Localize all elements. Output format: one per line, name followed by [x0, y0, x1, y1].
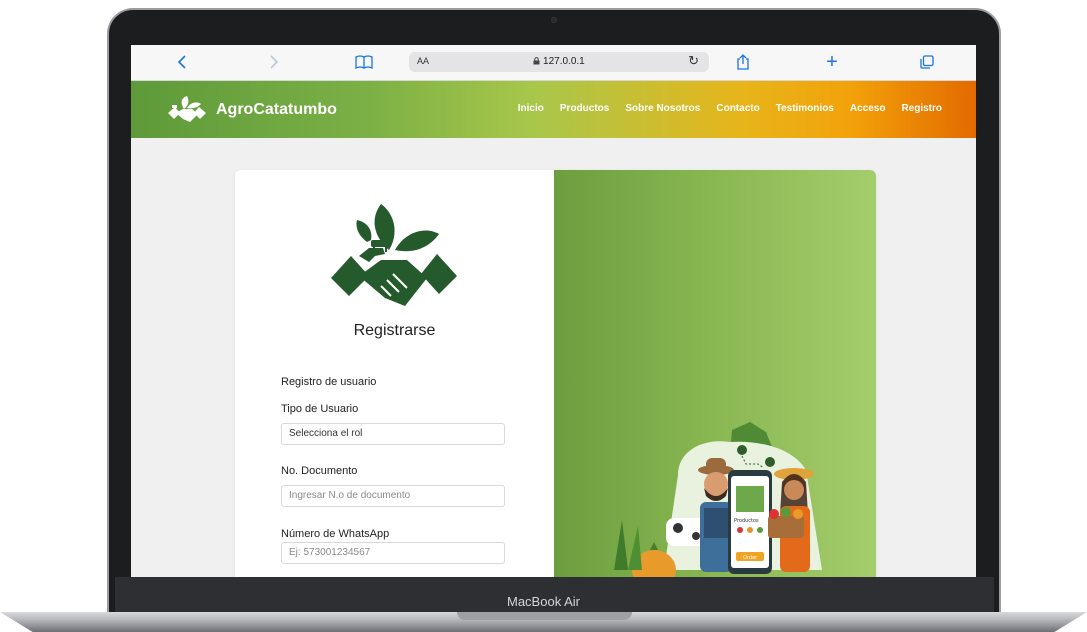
camera-icon — [551, 17, 557, 23]
whatsapp-input[interactable]: Ej: 573001234567 — [281, 542, 505, 564]
url-text: 127.0.0.1 — [409, 56, 709, 67]
brand[interactable]: AgroCatatumbo — [166, 95, 337, 125]
url-value: 127.0.0.1 — [543, 56, 585, 67]
phone-screen-title: Productos — [734, 518, 759, 524]
nav-sobre-nosotros[interactable]: Sobre Nosotros — [625, 103, 700, 114]
brand-name: AgroCatatumbo — [216, 101, 337, 118]
document-input[interactable]: Ingresar N.o de documento — [281, 485, 505, 507]
nav-testimonios[interactable]: Testimonios — [776, 103, 834, 114]
share-icon[interactable] — [732, 51, 754, 73]
handshake-plant-logo-icon — [168, 96, 206, 122]
tabs-icon[interactable] — [916, 51, 938, 73]
new-tab-icon[interactable]: + — [821, 51, 843, 73]
back-icon[interactable] — [171, 51, 193, 73]
user-type-select[interactable]: Selecciona el rol — [281, 423, 505, 445]
device-label: MacBook Air — [507, 594, 580, 609]
nav-registro[interactable]: Registro — [901, 103, 942, 114]
nav-links: Inicio Productos Sobre Nosotros Contacto… — [518, 103, 942, 114]
register-form: Registrarse Registro de usuario Tipo de … — [235, 170, 554, 577]
hero-illustration-panel: Productos Order — [554, 170, 876, 577]
user-type-label: Tipo de Usuario — [281, 403, 359, 415]
document-label: No. Documento — [281, 465, 358, 477]
register-card: Registrarse Registro de usuario Tipo de … — [235, 170, 876, 577]
bookmarks-icon[interactable] — [353, 51, 375, 73]
phone-order-button: Order — [743, 555, 758, 561]
nav-inicio[interactable]: Inicio — [518, 103, 544, 114]
section-title: Registro de usuario — [281, 376, 377, 388]
nav-productos[interactable]: Productos — [560, 103, 609, 114]
lock-icon — [533, 57, 540, 65]
farmers-illustration: Productos Order — [614, 422, 822, 577]
form-title: Registrarse — [353, 322, 436, 339]
screen: AA 127.0.0.1 ↻ + AgroCatatumbo Inicio Pr… — [131, 45, 976, 577]
reload-icon[interactable]: ↻ — [688, 53, 699, 69]
forward-icon[interactable] — [263, 51, 285, 73]
nav-acceso[interactable]: Acceso — [850, 103, 886, 114]
browser-toolbar: AA 127.0.0.1 ↻ + — [131, 45, 976, 81]
nav-contacto[interactable]: Contacto — [716, 103, 759, 114]
handshake-plant-logo-icon — [331, 204, 457, 306]
laptop-notch — [457, 612, 632, 620]
logo — [329, 198, 459, 323]
address-bar[interactable]: AA 127.0.0.1 ↻ — [409, 52, 709, 72]
whatsapp-label: Número de WhatsApp — [281, 528, 390, 540]
site-navbar: AgroCatatumbo Inicio Productos Sobre Nos… — [131, 81, 976, 138]
